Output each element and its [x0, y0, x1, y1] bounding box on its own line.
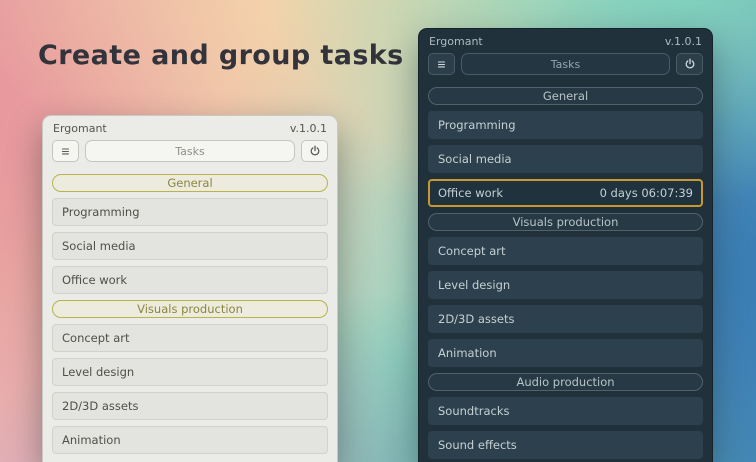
task-item[interactable]: Office work 0 days 06:07:39 [428, 179, 703, 207]
task-item[interactable]: Concept art [428, 237, 703, 265]
page-heading: Create and group tasks [38, 40, 404, 71]
menu-button[interactable]: ≡ [428, 53, 455, 75]
group-label: Visuals production [137, 302, 243, 316]
task-label: Social media [438, 152, 512, 166]
task-label: Animation [62, 433, 121, 447]
task-item[interactable]: Social media [52, 232, 328, 260]
task-item[interactable]: Office work [52, 266, 328, 294]
task-item[interactable]: Animation [52, 426, 328, 454]
tasks-dropdown[interactable]: Tasks [461, 53, 670, 75]
toolbar: ≡ Tasks [43, 140, 337, 166]
task-label: Programming [438, 118, 516, 132]
task-item[interactable]: 2D/3D assets [52, 392, 328, 420]
task-item[interactable]: Soundtracks [428, 397, 703, 425]
window-version: v.1.0.1 [289, 121, 327, 135]
task-label: Soundtracks [438, 404, 510, 418]
titlebar: Ergomant v.1.0.1 [419, 29, 712, 53]
window-title: Ergomant [429, 34, 483, 48]
group-label: Audio production [516, 375, 615, 389]
task-timer: 0 days 06:07:39 [599, 186, 693, 200]
window-title: Ergomant [53, 121, 107, 135]
app-window-light: Ergomant v.1.0.1 ≡ Tasks General Program… [42, 115, 338, 462]
group-label: General [542, 89, 589, 103]
task-item[interactable]: Animation [428, 339, 703, 367]
power-icon [685, 58, 694, 69]
group-header[interactable]: General [428, 87, 703, 105]
group-label: Visuals production [512, 215, 619, 229]
window-version: v.1.0.1 [664, 34, 702, 48]
power-button[interactable] [301, 140, 328, 162]
power-icon [310, 145, 319, 156]
task-item[interactable]: Level design [52, 358, 328, 386]
task-item[interactable]: Level design [428, 271, 703, 299]
task-item[interactable]: Programming [428, 111, 703, 139]
task-item[interactable]: Programming [52, 198, 328, 226]
task-label: Programming [62, 205, 140, 219]
app-window-dark: Ergomant v.1.0.1 ≡ Tasks General Program… [418, 28, 713, 462]
task-label: 2D/3D assets [438, 312, 515, 326]
hamburger-icon: ≡ [61, 143, 70, 159]
task-item[interactable]: 2D/3D assets [428, 305, 703, 333]
task-label: Concept art [62, 331, 130, 345]
task-label: Concept art [438, 244, 506, 258]
task-item[interactable]: Social media [428, 145, 703, 173]
group-header[interactable]: General [52, 174, 328, 192]
task-label: 2D/3D assets [62, 399, 139, 413]
menu-button[interactable]: ≡ [52, 140, 79, 162]
toolbar: ≡ Tasks [419, 53, 712, 79]
task-label: Level design [62, 365, 135, 379]
titlebar: Ergomant v.1.0.1 [43, 116, 337, 140]
group-label: General [167, 176, 213, 190]
group-header[interactable]: Visuals production [428, 213, 703, 231]
task-label: Social media [62, 239, 136, 253]
task-label: Office work [438, 186, 504, 200]
task-label: Sound effects [438, 438, 517, 452]
task-list: General Programming Social media Office … [43, 166, 337, 454]
task-label: Animation [438, 346, 497, 360]
hamburger-icon: ≡ [437, 56, 446, 72]
group-header[interactable]: Visuals production [52, 300, 328, 318]
task-item[interactable]: Concept art [52, 324, 328, 352]
task-label: Office work [62, 273, 128, 287]
task-item[interactable]: Sound effects [428, 431, 703, 459]
task-list: General Programming Social media Office … [419, 79, 712, 459]
task-label: Level design [438, 278, 511, 292]
tasks-dropdown[interactable]: Tasks [85, 140, 295, 162]
group-header[interactable]: Audio production [428, 373, 703, 391]
power-button[interactable] [676, 53, 703, 75]
